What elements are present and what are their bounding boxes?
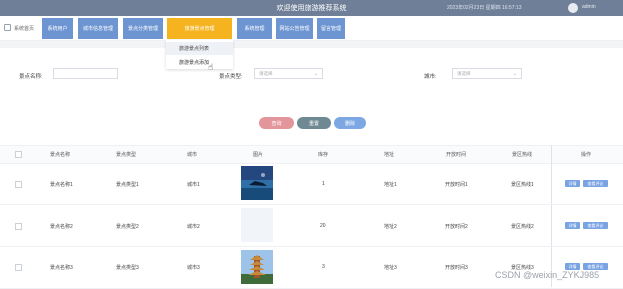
city-filter-placeholder: 请选择	[457, 71, 471, 76]
header-open-time: 开放时间	[446, 152, 467, 158]
row-checkbox[interactable]	[15, 223, 22, 230]
tab-attraction-management[interactable]: 旅游景点管理	[167, 18, 232, 39]
city-filter-label: 城市:	[424, 74, 437, 80]
dropdown-item-attraction-add[interactable]: 旅游景点添加	[166, 56, 233, 69]
header-address: 地址	[384, 152, 395, 158]
tab-city-management[interactable]: 城市信息管理	[78, 18, 118, 39]
tab-system-users[interactable]: 系统用户	[42, 18, 73, 39]
attraction-image-blank	[241, 208, 273, 242]
cell-stock: 3	[322, 264, 325, 270]
cell-city: 城市2	[187, 224, 200, 230]
cell-open-time: 开放时间1	[445, 182, 468, 188]
content-strip	[0, 41, 623, 48]
name-filter-label: 景点名称:	[19, 74, 43, 80]
cell-type: 景点类型1	[116, 182, 139, 188]
cell-hotline: 景区热线2	[511, 224, 534, 230]
tab-message-management[interactable]: 留言管理	[317, 18, 345, 39]
header-name: 景点名称	[50, 152, 71, 158]
view-reviews-button[interactable]: 查看评论	[583, 222, 608, 229]
tab-system-management[interactable]: 系统管理	[237, 18, 272, 39]
cell-city: 城市3	[187, 265, 200, 271]
top-bar: 欢迎使用旅游推荐系统 2023年02月23日 星期四 16:57:13 admi…	[0, 0, 623, 16]
header-stock: 库存	[318, 152, 329, 158]
detail-button[interactable]: 详情	[565, 222, 580, 229]
cell-city: 城市1	[187, 182, 200, 188]
reset-button[interactable]: 重置	[297, 117, 331, 129]
cell-stock: 1	[322, 181, 325, 187]
chevron-down-icon: ⌄	[313, 71, 318, 77]
name-filter-input[interactable]	[53, 68, 118, 79]
type-filter-placeholder: 请选择	[259, 71, 273, 76]
avatar[interactable]	[568, 3, 578, 13]
system-title: 欢迎使用旅游推荐系统	[276, 5, 347, 12]
cell-type: 景点类型2	[116, 224, 139, 230]
username[interactable]: admin	[582, 4, 596, 10]
cell-open-time: 开放时间3	[445, 265, 468, 271]
row-checkbox[interactable]	[15, 181, 22, 188]
detail-button[interactable]: 详情	[565, 263, 580, 270]
type-filter-select[interactable]: 请选择 ⌄	[254, 68, 323, 79]
nav-home[interactable]: 系统首页	[4, 24, 34, 32]
attraction-image-coastal	[241, 166, 273, 200]
tab-announcement-management[interactable]: 网站公告管理	[276, 18, 313, 39]
cell-address: 地址1	[384, 182, 397, 188]
cell-name: 景点名称1	[50, 182, 73, 188]
header-image: 图片	[253, 152, 264, 158]
header-hotline: 景区热线	[512, 152, 533, 158]
tab-category-management[interactable]: 景点分类管理	[123, 18, 163, 39]
type-filter-label: 景点类型:	[219, 74, 243, 80]
delete-button[interactable]: 删除	[334, 117, 366, 129]
chevron-down-icon: ⌄	[512, 71, 517, 77]
cell-name: 景点名称2	[50, 224, 73, 230]
search-button[interactable]: 查询	[259, 117, 294, 129]
datetime-display: 2023年02月23日 星期四 16:57:13	[447, 5, 522, 11]
select-all-checkbox[interactable]	[15, 151, 22, 158]
view-reviews-button[interactable]: 查看评论	[583, 263, 608, 270]
city-filter-select[interactable]: 请选择 ⌄	[452, 68, 522, 79]
cell-stock: 20	[320, 223, 326, 229]
cell-name: 景点名称3	[50, 265, 73, 271]
cell-address: 地址2	[384, 224, 397, 230]
csdn-watermark: CSDN @weixin_ZYKJ985	[495, 270, 600, 280]
home-icon	[4, 24, 11, 31]
detail-button[interactable]: 详情	[565, 180, 580, 187]
view-reviews-button[interactable]: 查看评论	[583, 180, 608, 187]
cell-open-time: 开放时间2	[445, 224, 468, 230]
nav-home-label: 系统首页	[14, 26, 35, 32]
header-type: 景点类型	[116, 152, 137, 158]
header-city: 城市	[187, 152, 198, 158]
header-actions: 操作	[581, 152, 592, 158]
dropdown-item-attraction-list[interactable]: 旅游景点列表	[166, 42, 233, 55]
attraction-image-pagoda	[241, 250, 273, 284]
cell-hotline: 景区热线1	[511, 182, 534, 188]
hand-cursor-icon: ☝	[208, 62, 214, 72]
cell-type: 景点类型3	[116, 265, 139, 271]
row-checkbox[interactable]	[15, 264, 22, 271]
cell-address: 地址3	[384, 265, 397, 271]
attraction-dropdown-menu: 旅游景点列表 旅游景点添加	[166, 40, 233, 69]
